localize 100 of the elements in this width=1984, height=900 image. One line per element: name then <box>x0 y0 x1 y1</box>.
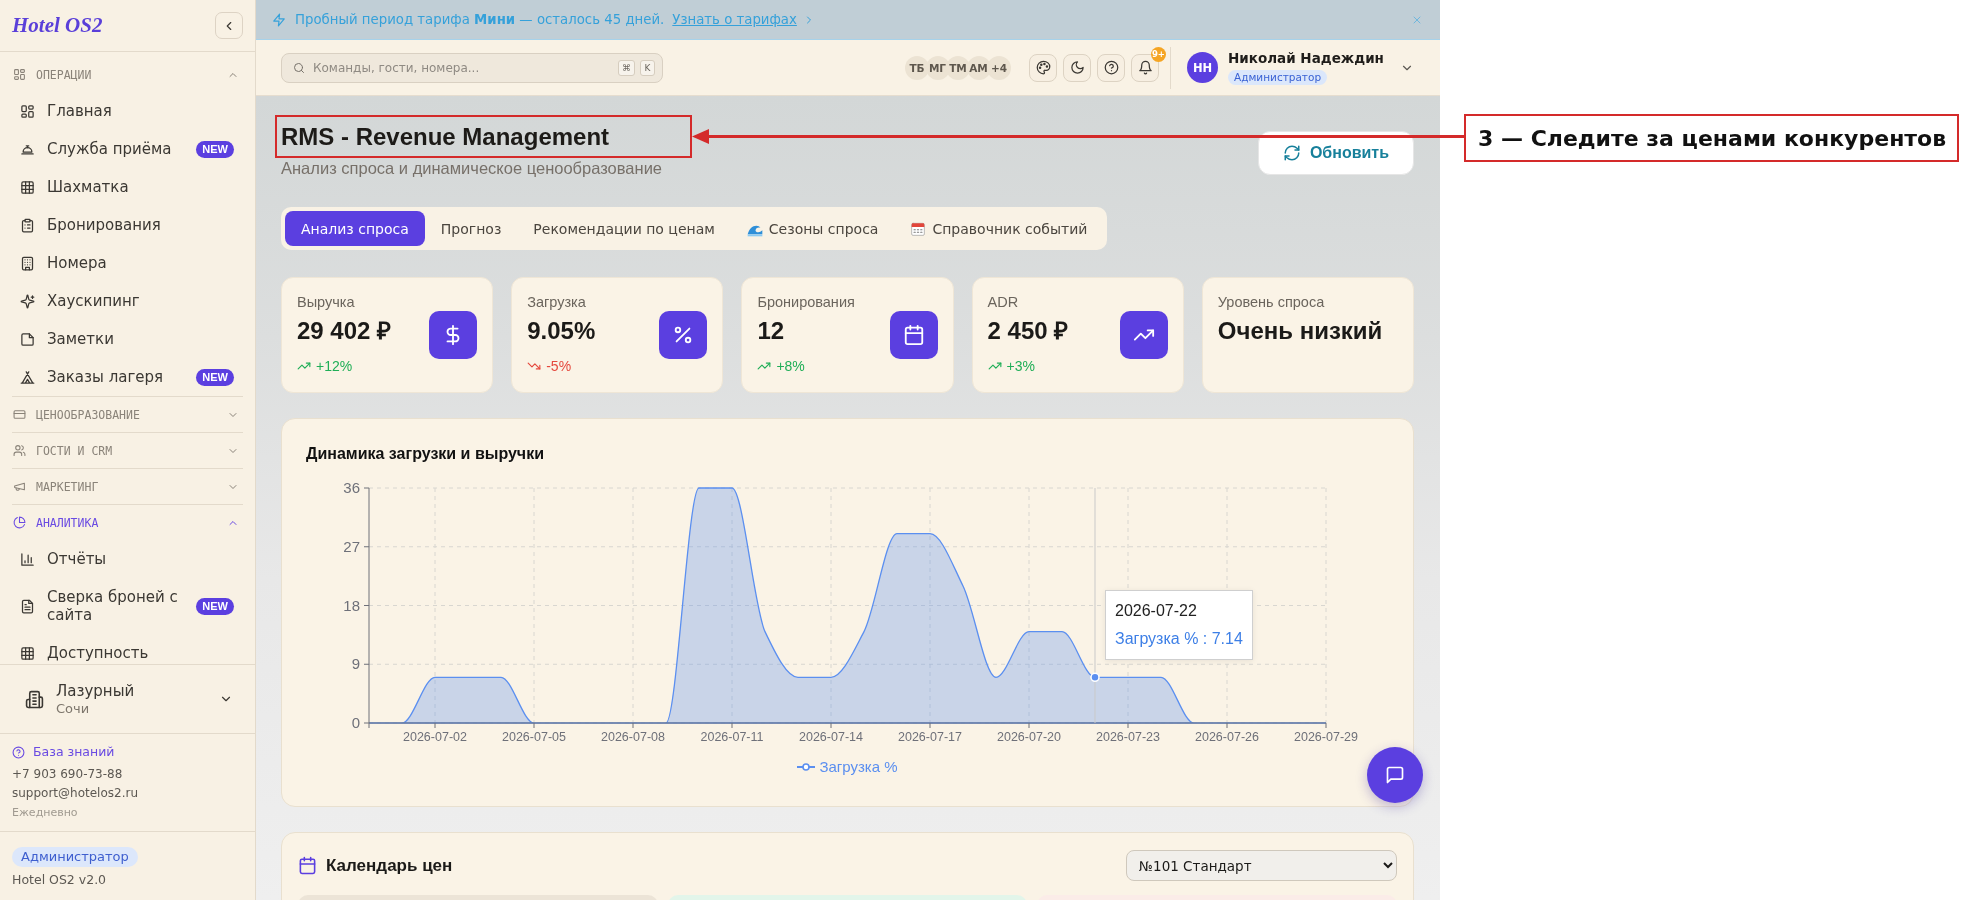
stat-value: 12 <box>757 316 785 346</box>
stat-label: ADR <box>987 293 1019 311</box>
percent-icon <box>659 311 708 359</box>
hotel-name: Лазурный <box>56 681 135 700</box>
nav-item[interactable]: Доступность <box>12 634 243 664</box>
stat-label: Уровень спроса <box>1217 293 1325 311</box>
table-icon <box>20 645 35 661</box>
callout-note: 3 — Следите за ценами конкурентов <box>1464 114 1960 162</box>
tent-icon <box>20 369 35 385</box>
new-badge: NEW <box>196 597 234 615</box>
y-tick-label: 36 <box>343 479 360 496</box>
stat-change: -5% <box>546 357 572 376</box>
pie-chart-icon <box>13 516 26 529</box>
x-tick-label: 2026-07-08 <box>601 730 665 744</box>
theme-button[interactable] <box>1029 53 1057 82</box>
app-logo: Hotel OS2 <box>12 13 103 38</box>
member-avatar: АМ <box>966 55 991 80</box>
nav-item[interactable]: Хаускипинг <box>12 282 243 320</box>
tiles-icon <box>20 103 35 119</box>
nav-item[interactable]: Отчёты <box>12 540 243 578</box>
tiles-icon <box>13 68 26 81</box>
stat-value: 9.05% <box>527 316 596 346</box>
tooltip-date: 2026-07-22 <box>1115 602 1197 620</box>
calendar-icon <box>298 856 317 875</box>
tab[interactable]: Сезоны спроса <box>730 211 895 246</box>
stat-value: 2 450 ₽ <box>987 316 1069 346</box>
card-icon <box>13 408 26 421</box>
banner-message: Пробный период тарифа Мини — осталось 45 дней. <box>295 12 665 27</box>
support-hours: Ежедневно <box>12 805 79 821</box>
nav-item[interactable]: Служба приёма NEW <box>12 130 243 168</box>
y-tick-label: 27 <box>343 537 360 555</box>
sparkles-icon <box>20 293 35 309</box>
role-badge: Администратор <box>12 847 138 867</box>
x-tick-label: 2026-07-11 <box>700 730 764 744</box>
stat-label: Бронирования <box>757 293 855 311</box>
palette-icon <box>1035 60 1051 75</box>
data-point-marker <box>1090 672 1100 683</box>
nav-item[interactable]: Главная <box>12 92 243 130</box>
message-icon <box>1385 765 1405 785</box>
user-name: Николай Надеждин <box>1228 50 1384 67</box>
users-icon <box>13 444 26 457</box>
stat-value: 29 402 ₽ <box>297 316 392 346</box>
dollar-icon <box>429 311 478 359</box>
nav-section-header[interactable]: АНАЛИТИКА <box>12 505 243 540</box>
room-select[interactable]: №101 Стандарт <box>1126 850 1397 881</box>
tab[interactable]: Анализ спроса <box>285 211 425 246</box>
bell-icon <box>1137 60 1153 75</box>
x-tick-label: 2026-07-17 <box>898 730 962 744</box>
notification-count: 9+ <box>1150 46 1166 62</box>
bar-chart-icon <box>20 551 35 567</box>
app-version: Hotel OS2 v2.0 <box>12 871 107 889</box>
page-icon <box>20 331 35 347</box>
lightning-icon <box>272 12 286 27</box>
calendar-icon <box>889 311 938 359</box>
tab[interactable]: Прогноз <box>424 211 518 246</box>
dark-mode-button[interactable] <box>1063 53 1091 82</box>
nav-item[interactable]: Бронирования <box>12 206 243 244</box>
trend-up-icon <box>1119 311 1168 359</box>
stat-value: Очень низкий <box>1217 316 1383 346</box>
tooltip-value: Загрузка % : 7.14 <box>1115 630 1243 648</box>
legend-marker-icon <box>797 762 816 772</box>
nav-item[interactable]: Шахматка <box>12 168 243 206</box>
document-icon <box>20 598 35 614</box>
refresh-button[interactable]: Обновить <box>1257 131 1414 175</box>
table-icon <box>20 179 35 195</box>
help-button[interactable] <box>1097 53 1125 82</box>
nav-item[interactable]: Сверка броней с сайта NEW <box>12 578 243 634</box>
nav-item[interactable]: Заказы лагеря NEW <box>12 358 243 396</box>
support-email: support@hotelos2.ru <box>12 785 140 802</box>
stat-label: Загрузка <box>527 293 586 311</box>
calendar-icon <box>910 220 927 237</box>
page-title: RMS - Revenue Management <box>281 122 610 152</box>
tab[interactable]: Рекомендации по ценам <box>517 211 731 246</box>
refresh-icon <box>1282 144 1301 162</box>
section-title: Календарь цен <box>326 854 453 877</box>
member-avatar: ТБ <box>905 55 929 80</box>
x-tick-label: 2026-07-23 <box>1096 730 1160 744</box>
member-avatar: ТМ <box>946 55 970 80</box>
hotel-city: Сочи <box>56 699 91 717</box>
building-icon <box>25 689 44 709</box>
x-tick-label: 2026-07-05 <box>502 730 566 744</box>
stat-change: +12% <box>316 357 353 376</box>
new-badge: NEW <box>196 140 234 158</box>
building-icon <box>20 255 35 271</box>
nav-item[interactable]: Номера <box>12 244 243 282</box>
help-icon <box>1103 60 1119 75</box>
clipboard-icon <box>20 217 35 233</box>
nav-item[interactable]: Заметки <box>12 320 243 358</box>
x-tick-label: 2026-07-26 <box>1195 730 1259 744</box>
search-icon <box>293 61 305 74</box>
tab[interactable]: Справочник событий <box>894 211 1104 246</box>
user-avatar: НН <box>1187 52 1218 83</box>
x-tick-label: 2026-07-20 <box>997 730 1061 744</box>
x-tick-label: 2026-07-29 <box>1294 730 1358 744</box>
help-icon <box>12 745 25 759</box>
chart-title: Динамика загрузки и выручки <box>306 444 544 464</box>
x-tick-label: 2026-07-02 <box>403 730 467 744</box>
user-role-badge: Администратор <box>1228 70 1328 85</box>
more-members-count: +4 <box>987 55 1011 80</box>
knowledge-base-link[interactable]: База знаний <box>12 742 115 762</box>
